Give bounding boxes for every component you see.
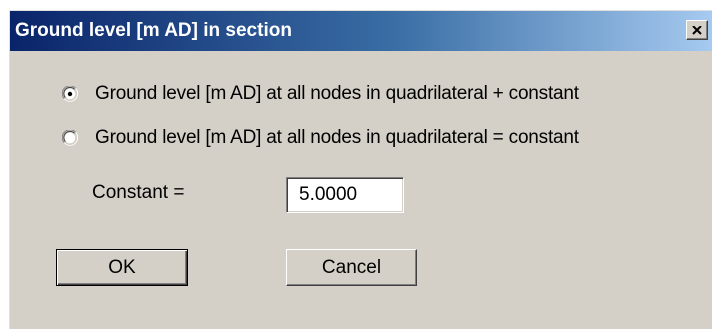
cancel-button[interactable]: Cancel: [286, 249, 417, 286]
close-button[interactable]: [686, 20, 708, 40]
constant-input[interactable]: [286, 177, 404, 213]
radio-equal-constant[interactable]: [62, 130, 78, 146]
option-add-constant[interactable]: Ground level [m AD] at all nodes in quad…: [62, 82, 579, 106]
title-bar[interactable]: Ground level [m AD] in section: [10, 11, 712, 51]
constant-label: Constant =: [92, 182, 185, 203]
option-add-constant-label: Ground level [m AD] at all nodes in quad…: [95, 83, 579, 104]
radio-add-constant[interactable]: [62, 86, 78, 102]
window-title: Ground level [m AD] in section: [15, 20, 292, 41]
close-icon: [692, 25, 702, 35]
option-equal-constant[interactable]: Ground level [m AD] at all nodes in quad…: [62, 126, 579, 150]
option-equal-constant-label: Ground level [m AD] at all nodes in quad…: [95, 127, 579, 148]
dialog-window: Ground level [m AD] in section Ground le…: [9, 10, 712, 329]
ok-button[interactable]: OK: [56, 249, 188, 286]
